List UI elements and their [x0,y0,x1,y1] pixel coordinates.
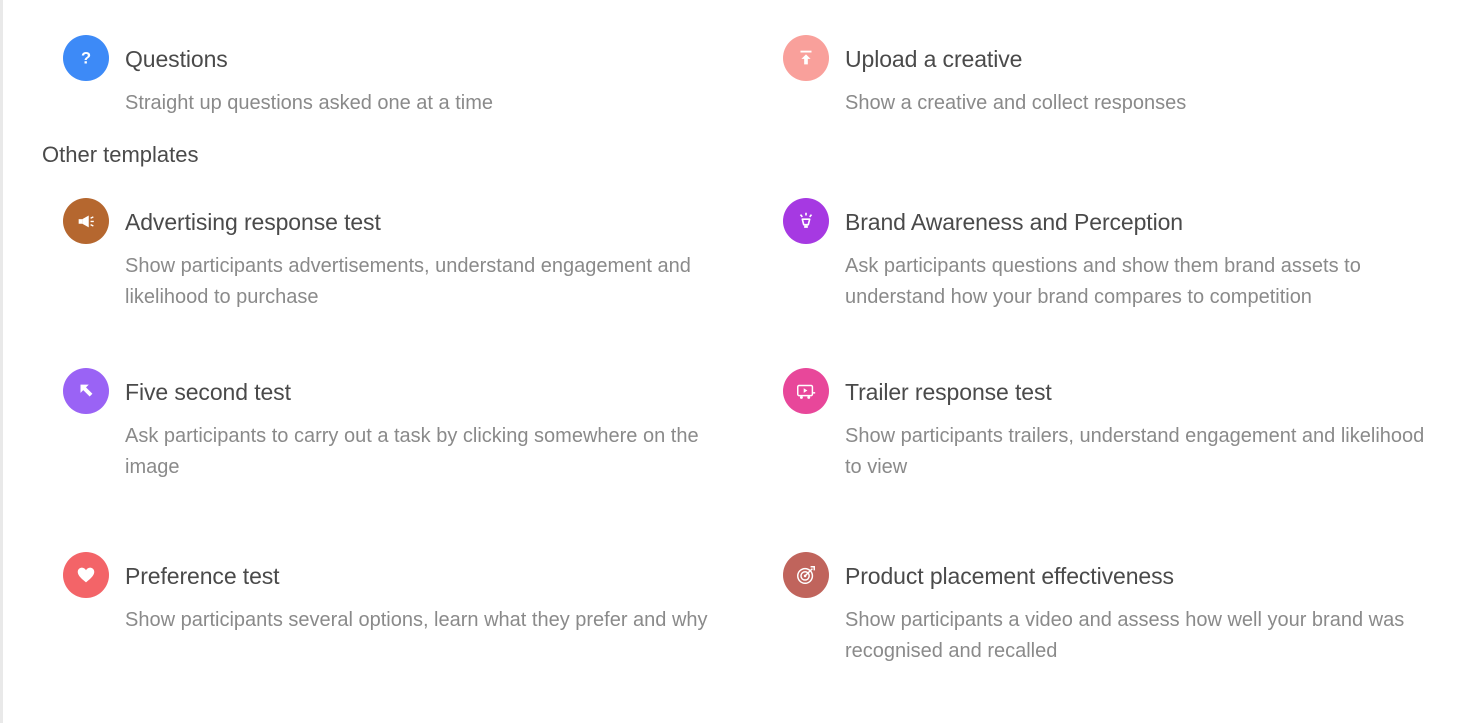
template-title: Questions [125,46,228,72]
megaphone-icon [63,198,109,244]
upload-icon [783,35,829,81]
template-description: Show participants a video and assess how… [845,609,1405,662]
template-description: Ask participants questions and show them… [845,255,1361,308]
lightbulb-icon [783,198,829,244]
question-icon: ? [63,35,109,81]
template-title: Advertising response test [125,209,381,235]
template-description: Show participants advertisements, unders… [125,255,691,308]
template-title: Brand Awareness and Perception [845,209,1183,235]
heart-icon [63,552,109,598]
template-title: Preference test [125,563,280,589]
left-border [0,0,3,723]
template-title: Upload a creative [845,46,1023,72]
svg-text:?: ? [81,50,91,68]
cursor-arrow-icon [63,368,109,414]
template-description: Straight up questions asked one at a tim… [125,92,494,114]
target-icon [783,552,829,598]
other-templates-heading: Other templates [42,142,199,167]
film-trailer-icon [783,368,829,414]
template-description: Show participants trailers, understand e… [845,425,1425,478]
template-description: Show a creative and collect responses [845,92,1187,114]
template-title: Five second test [125,379,291,405]
template-title: Product placement effectiveness [845,563,1174,589]
template-title: Trailer response test [845,379,1052,405]
template-description: Ask participants to carry out a task by … [125,425,699,478]
template-description: Show participants several options, learn… [125,609,708,631]
